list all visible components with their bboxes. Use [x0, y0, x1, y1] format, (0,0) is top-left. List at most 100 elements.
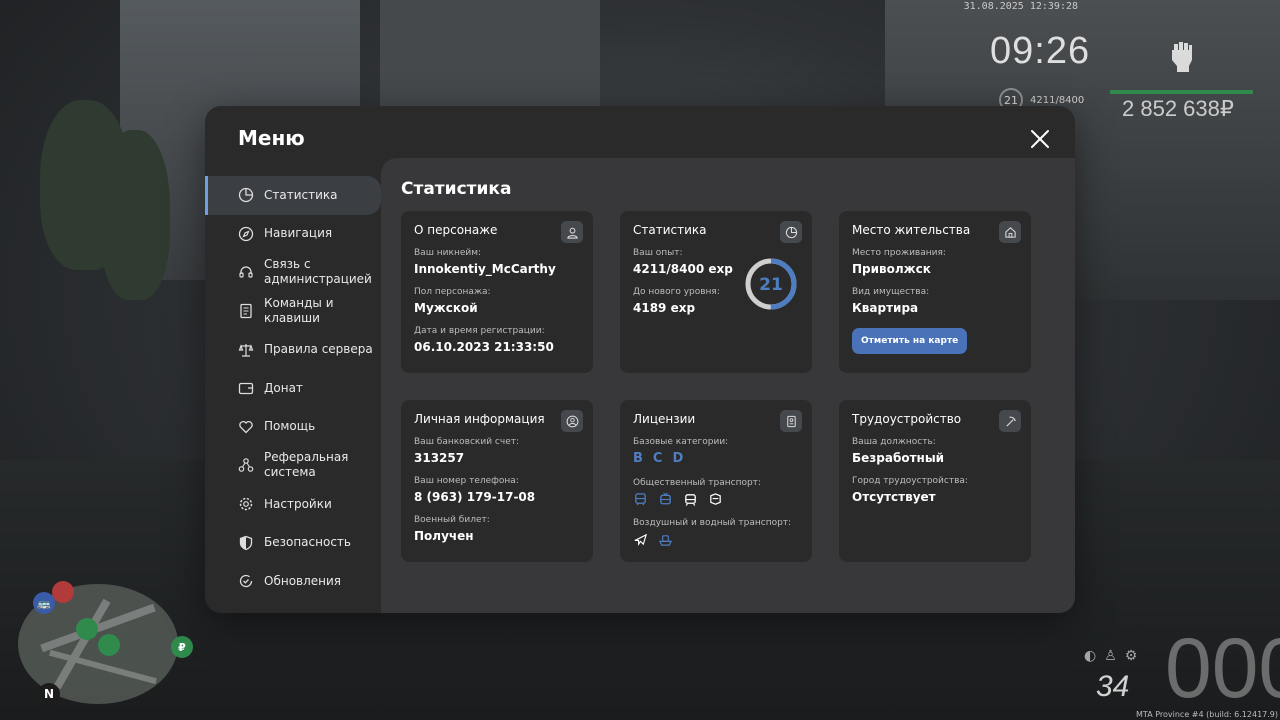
document-icon	[238, 303, 254, 319]
id-card-icon	[780, 410, 802, 432]
field-label: Пол персонажа:	[414, 287, 491, 297]
network-icon	[238, 457, 254, 473]
menu-modal: Меню Статистика Навигация Связь с админи…	[205, 106, 1075, 613]
headlight-icon: ◐	[1084, 648, 1097, 664]
field-label: Воздушный и водный транспорт:	[633, 518, 792, 528]
card-licenses: Лицензии Базовые категории: B C D Общест…	[620, 400, 812, 562]
sidebar-item-donate[interactable]: Донат	[205, 369, 381, 408]
boat-icon	[658, 535, 673, 546]
property-type-value: Квартира	[852, 301, 919, 315]
sidebar-item-label: Правила сервера	[264, 342, 373, 357]
minimap-north: N	[38, 683, 60, 705]
scales-icon	[238, 342, 254, 358]
card-title: Трудоустройство	[852, 412, 962, 426]
sidebar-item-referral[interactable]: Реферальная система	[205, 446, 381, 485]
sidebar-item-navigation[interactable]: Навигация	[205, 215, 381, 254]
sidebar-item-help[interactable]: Помощь	[205, 408, 381, 447]
sidebar-item-label: Команды и клавиши	[264, 296, 334, 326]
compass-icon	[238, 226, 254, 242]
field-label: Ваша должность:	[852, 437, 936, 447]
hud-datetime: 31.08.2025 12:39:28	[963, 1, 1078, 12]
build-info: MTA Province #4 (build: 6.12417.9)	[1136, 710, 1278, 719]
hud-speedometer: 000	[1165, 621, 1280, 715]
statistics-panel: Статистика О персонаже Ваш никнейм: Inno…	[381, 158, 1075, 613]
mark-on-map-button[interactable]: Отметить на карте	[852, 328, 968, 354]
field-label: Город трудоустройства:	[852, 476, 968, 486]
residence-place-value: Приволжск	[852, 262, 931, 276]
sidebar-item-label: Обновления	[264, 573, 342, 588]
sidebar-item-label: Настройки	[264, 496, 332, 511]
license-category: D	[672, 451, 684, 466]
gear-icon	[238, 496, 254, 512]
sidebar-item-label: Статистика	[264, 187, 338, 202]
hud-exp: 4211/8400	[1030, 95, 1085, 106]
sidebar-item-statistics[interactable]: Статистика	[205, 176, 381, 215]
wallet-icon	[238, 380, 254, 396]
fist-icon	[1172, 42, 1192, 72]
trolleybus-icon	[660, 492, 671, 505]
card-title: Лицензии	[633, 412, 696, 426]
hud-clock: 09:26	[990, 30, 1091, 72]
field-label: Дата и время регистрации:	[414, 326, 545, 336]
phone-value: 8 (963) 179-17-08	[414, 490, 536, 504]
nickname-value: Innokentiy_McCarthy	[414, 262, 556, 276]
user-circle-icon	[561, 410, 583, 432]
card-statistics: Статистика Ваш опыт: 4211/8400 exp До но…	[620, 211, 812, 373]
field-label: Ваш никнейм:	[414, 248, 482, 258]
card-title: Место жительства	[852, 223, 971, 237]
card-title: О персонаже	[414, 223, 498, 237]
sidebar-item-label: Реферальная система	[264, 450, 349, 480]
refresh-check-icon	[238, 573, 254, 589]
bus-icon	[635, 493, 646, 506]
field-label: Базовые категории:	[633, 437, 729, 447]
level-progress-ring: 21	[745, 258, 797, 310]
registration-value: 06.10.2023 21:33:50	[414, 340, 554, 354]
card-title: Личная информация	[414, 412, 545, 426]
sidebar-item-label: Связь с администрацией	[264, 257, 372, 287]
map-house-marker	[76, 618, 98, 640]
public-transport-licenses	[633, 492, 799, 507]
sidebar-item-security[interactable]: Безопасность	[205, 523, 381, 562]
engine-icon: ⚙	[1124, 648, 1138, 664]
pie-chart-icon	[780, 221, 802, 243]
close-icon[interactable]	[1029, 128, 1051, 150]
license-categories: B C D	[633, 451, 799, 466]
field-label: Ваш номер телефона:	[414, 476, 519, 486]
background-tree	[100, 130, 170, 300]
map-marker	[52, 581, 74, 603]
card-character: О персонаже Ваш никнейм: Innokentiy_McCa…	[401, 211, 593, 373]
sidebar-item-label: Донат	[264, 380, 303, 395]
sidebar-item-settings[interactable]: Настройки	[205, 485, 381, 524]
sidebar-item-label: Навигация	[264, 226, 333, 241]
sidebar-item-commands[interactable]: Команды и клавиши	[205, 292, 381, 331]
user-icon	[561, 221, 583, 243]
map-ruble-marker: ₽	[171, 636, 193, 658]
hud-fuel: 34	[1096, 670, 1130, 703]
bank-account-value: 313257	[414, 451, 465, 465]
sidebar-item-label: Помощь	[264, 419, 316, 434]
sidebar-item-rules[interactable]: Правила сервера	[205, 330, 381, 369]
hud-money: 2 852 638₽	[1122, 96, 1234, 121]
menu-title: Меню	[238, 126, 305, 150]
job-city-value: Отсутствует	[852, 490, 936, 504]
background-building	[380, 0, 600, 110]
airplane-icon	[634, 533, 648, 547]
menu-sidebar: Статистика Навигация Связь с администрац…	[205, 176, 381, 601]
card-title: Статистика	[633, 223, 707, 237]
pie-chart-icon	[238, 187, 254, 203]
map-house-marker	[98, 634, 120, 656]
sidebar-item-label: Безопасность	[264, 535, 351, 550]
sidebar-item-updates[interactable]: Обновления	[205, 562, 381, 601]
card-residence: Место жительства Место проживания: Приво…	[839, 211, 1031, 373]
hud-health-bar	[1110, 90, 1253, 94]
shield-icon	[238, 535, 254, 551]
headset-icon	[238, 264, 254, 280]
card-personal: Личная информация Ваш банковский счет: 3…	[401, 400, 593, 562]
sidebar-item-admin-contact[interactable]: Связь с администрацией	[205, 253, 381, 292]
field-label: Ваш банковский счет:	[414, 437, 520, 447]
heart-hand-icon	[238, 419, 254, 435]
license-category: B	[633, 451, 643, 466]
military-id-value: Получен	[414, 529, 474, 543]
card-employment: Трудоустройство Ваша должность: Безработ…	[839, 400, 1031, 562]
seatbelt-icon: ♙	[1104, 648, 1117, 664]
